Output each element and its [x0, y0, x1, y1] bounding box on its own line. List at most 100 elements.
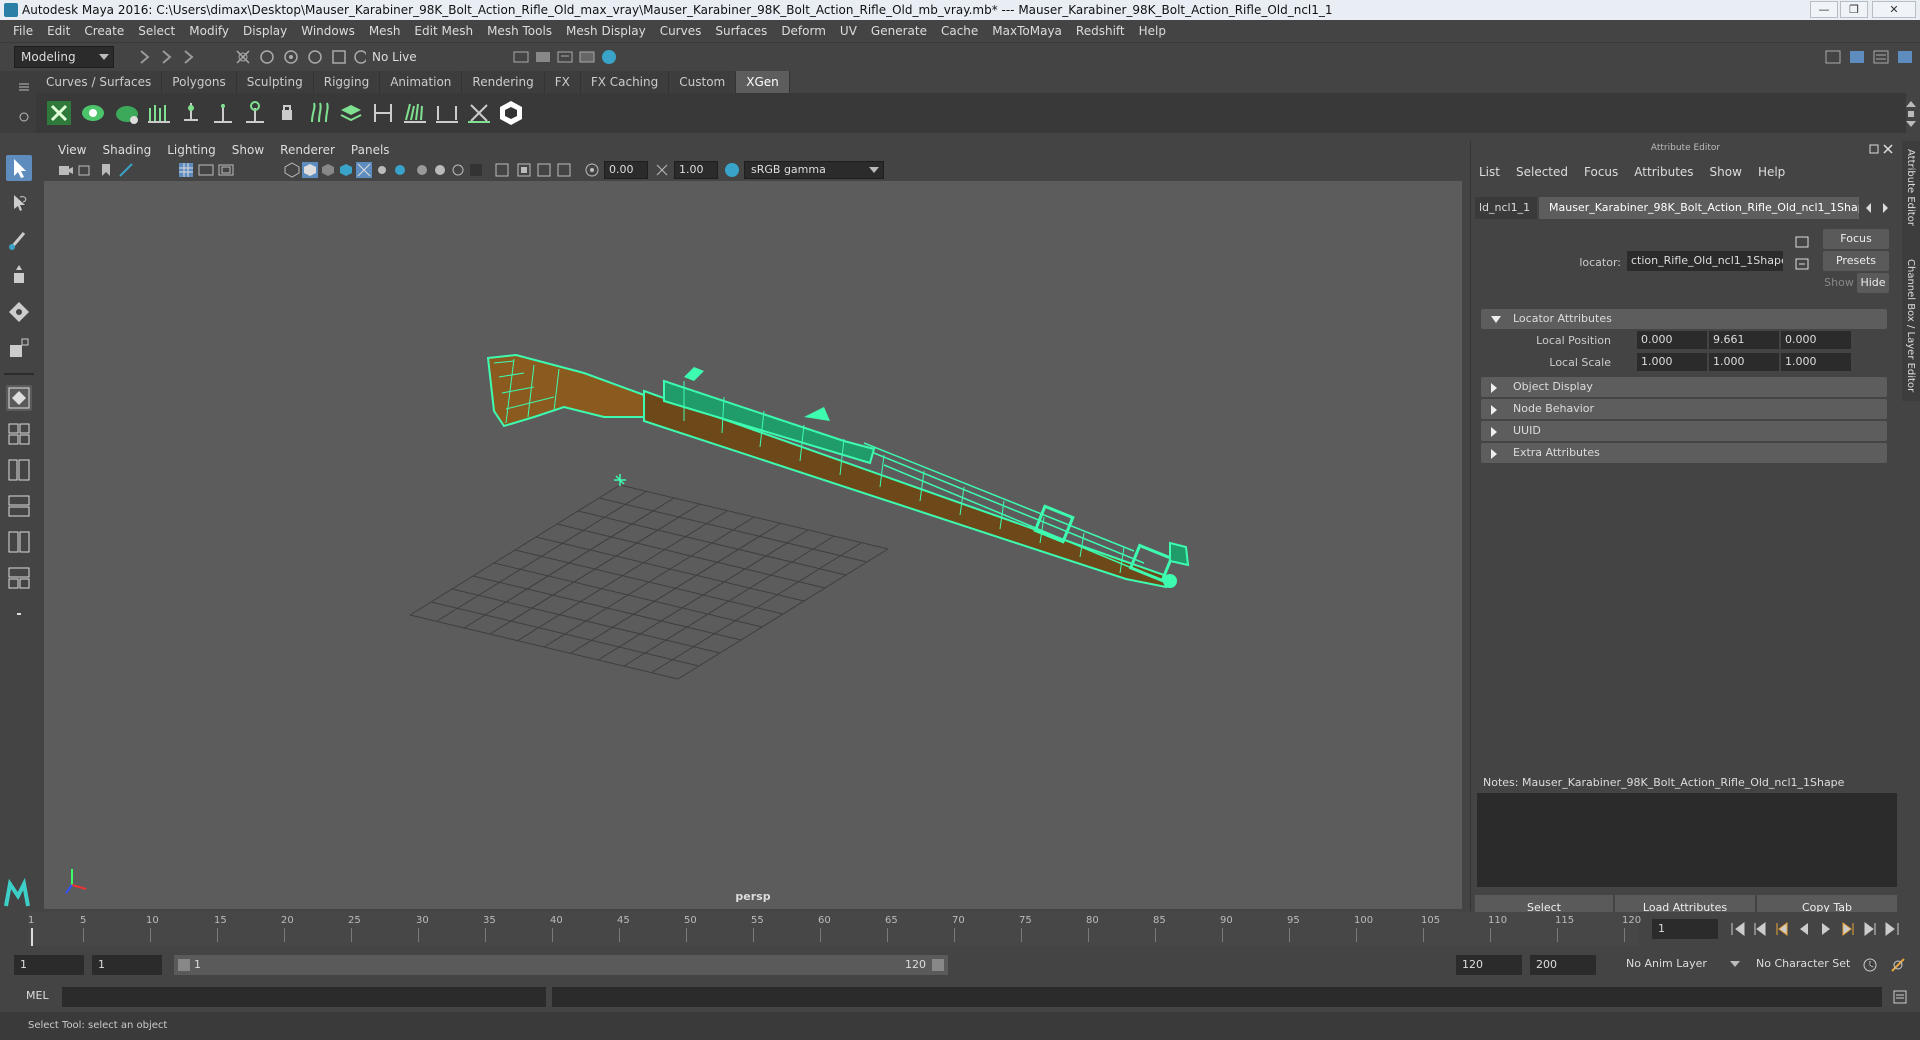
notes-textarea[interactable] — [1477, 793, 1897, 887]
script-editor-icon[interactable] — [1892, 989, 1908, 1005]
command-language-label[interactable]: MEL — [26, 989, 49, 1002]
render-icon[interactable] — [512, 48, 530, 66]
exposure-field[interactable]: 0.00 — [604, 161, 648, 179]
menu-cache[interactable]: Cache — [934, 24, 985, 38]
ae-menu-attributes[interactable]: Attributes — [1634, 165, 1693, 179]
animation-start-field[interactable]: 1 — [14, 955, 84, 975]
xgen-lock-guide-icon[interactable] — [274, 100, 300, 126]
xgen-guide-curves-icon[interactable] — [306, 100, 332, 126]
ae-menu-show[interactable]: Show — [1710, 165, 1742, 179]
arrow-icon[interactable] — [136, 48, 154, 66]
section-uuid[interactable]: UUID — [1481, 421, 1887, 441]
paint-select-tool[interactable] — [6, 227, 32, 253]
resolution-gate-icon[interactable] — [218, 162, 234, 178]
menu-select[interactable]: Select — [131, 24, 182, 38]
panel-menu-show[interactable]: Show — [224, 143, 272, 157]
shelf-menu-icon[interactable] — [18, 81, 30, 93]
step-back-icon[interactable] — [1752, 921, 1768, 937]
xgen-comb-icon[interactable] — [402, 100, 428, 126]
bookmark-icon[interactable] — [98, 162, 114, 178]
shelf-settings-icon[interactable] — [18, 111, 30, 123]
isolate-select-icon[interactable] — [494, 162, 510, 178]
snap-curve-icon[interactable] — [258, 48, 276, 66]
anti-aliasing-icon[interactable] — [450, 162, 466, 178]
focus-button[interactable]: Focus — [1823, 229, 1889, 249]
character-set-dropdown[interactable]: No Character Set — [1750, 955, 1874, 975]
magnet-icon[interactable] — [234, 48, 252, 66]
grid-toggle-icon[interactable] — [178, 162, 194, 178]
rotate-tool[interactable] — [6, 299, 32, 325]
section-extra-attributes[interactable]: Extra Attributes — [1481, 443, 1887, 463]
color-space-dropdown[interactable]: sRGB gamma — [744, 161, 884, 179]
select-node-icon[interactable] — [1795, 235, 1811, 249]
xgen-clumping-icon[interactable] — [466, 100, 492, 126]
panel-menu-renderer[interactable]: Renderer — [272, 143, 343, 157]
animation-end-field[interactable]: 200 — [1530, 955, 1596, 975]
close-button[interactable]: ✕ — [1872, 1, 1916, 18]
presets-button[interactable]: Presets — [1823, 251, 1889, 271]
play-forward-icon[interactable] — [1818, 921, 1834, 937]
four-view-layout[interactable] — [6, 421, 32, 447]
arrow-icon[interactable] — [180, 48, 198, 66]
menu-redshift[interactable]: Redshift — [1069, 24, 1132, 38]
playback-end-field[interactable]: 120 — [1456, 955, 1522, 975]
current-time-marker[interactable] — [31, 928, 33, 946]
toolbox-more[interactable] — [6, 601, 32, 627]
side-tab-channel-box[interactable]: Channel Box / Layer Editor — [1905, 259, 1916, 392]
menu-edit[interactable]: Edit — [40, 24, 77, 38]
shelf-tab-polygons[interactable]: Polygons — [162, 71, 237, 93]
close-panel-icon[interactable] — [1883, 144, 1893, 154]
xgen-editor-icon[interactable] — [46, 100, 72, 126]
local-position-x[interactable]: 0.000 — [1637, 331, 1707, 349]
scale-tool[interactable] — [6, 335, 32, 361]
ipr-render-icon[interactable] — [556, 48, 574, 66]
ae-menu-selected[interactable]: Selected — [1516, 165, 1568, 179]
film-gate-icon[interactable] — [198, 162, 214, 178]
wireframe-icon[interactable] — [284, 162, 300, 178]
persp-graph-layout[interactable] — [6, 493, 32, 519]
shelf-tab-custom[interactable]: Custom — [669, 71, 737, 93]
step-forward-icon[interactable] — [1862, 921, 1878, 937]
xgen-guide-icon[interactable] — [178, 100, 204, 126]
default-material-icon[interactable] — [320, 162, 336, 178]
single-perspective-layout[interactable] — [6, 385, 32, 411]
side-tab-attribute-editor[interactable]: Attribute Editor — [1905, 149, 1916, 226]
float-panel-icon[interactable] — [1869, 144, 1879, 154]
lasso-tool[interactable] — [6, 191, 32, 217]
hide-button[interactable]: Hide — [1857, 273, 1889, 293]
section-locator-attributes[interactable]: Locator Attributes — [1481, 309, 1887, 329]
persp-outliner-layout[interactable] — [6, 457, 32, 483]
shadows-icon[interactable] — [392, 162, 408, 178]
menu-help[interactable]: Help — [1132, 24, 1173, 38]
exposure-icon[interactable] — [584, 162, 600, 178]
shelf-tab-fx-caching[interactable]: FX Caching — [580, 71, 670, 93]
ae-menu-list[interactable]: List — [1479, 165, 1500, 179]
render-frame-icon[interactable] — [534, 48, 552, 66]
smooth-shade-icon[interactable] — [302, 162, 318, 178]
local-scale-y[interactable]: 1.000 — [1709, 353, 1779, 371]
panel-menu-view[interactable]: View — [50, 143, 94, 157]
snap-point-icon[interactable] — [282, 48, 300, 66]
ae-tab-shape[interactable]: Mauser_Karabiner_98K_Bolt_Action_Rifle_O… — [1539, 197, 1859, 219]
menu-mesh[interactable]: Mesh — [362, 24, 408, 38]
attribute-editor-toggle-icon[interactable] — [1848, 48, 1866, 66]
menu-file[interactable]: File — [6, 24, 40, 38]
maximize-button[interactable]: ❐ — [1840, 1, 1868, 18]
section-object-display[interactable]: Object Display — [1481, 377, 1887, 397]
xgen-description-icon[interactable] — [114, 100, 140, 126]
camera-icon[interactable] — [58, 162, 74, 178]
ae-menu-help[interactable]: Help — [1758, 165, 1785, 179]
persp-hypershade-layout[interactable] — [6, 529, 32, 555]
xray-icon[interactable] — [516, 162, 532, 178]
image-plane-icon[interactable] — [118, 162, 134, 178]
menu-windows[interactable]: Windows — [294, 24, 362, 38]
panel-menu-panels[interactable]: Panels — [343, 143, 398, 157]
select-tool[interactable] — [6, 155, 32, 181]
motion-blur-icon[interactable] — [432, 162, 448, 178]
xgen-layers-icon[interactable] — [338, 100, 364, 126]
snap-surface-icon[interactable] — [330, 48, 348, 66]
ambient-occlusion-icon[interactable] — [414, 162, 430, 178]
gamma-field[interactable]: 1.00 — [674, 161, 718, 179]
command-input[interactable] — [62, 987, 546, 1007]
range-end-handle[interactable] — [932, 959, 944, 971]
